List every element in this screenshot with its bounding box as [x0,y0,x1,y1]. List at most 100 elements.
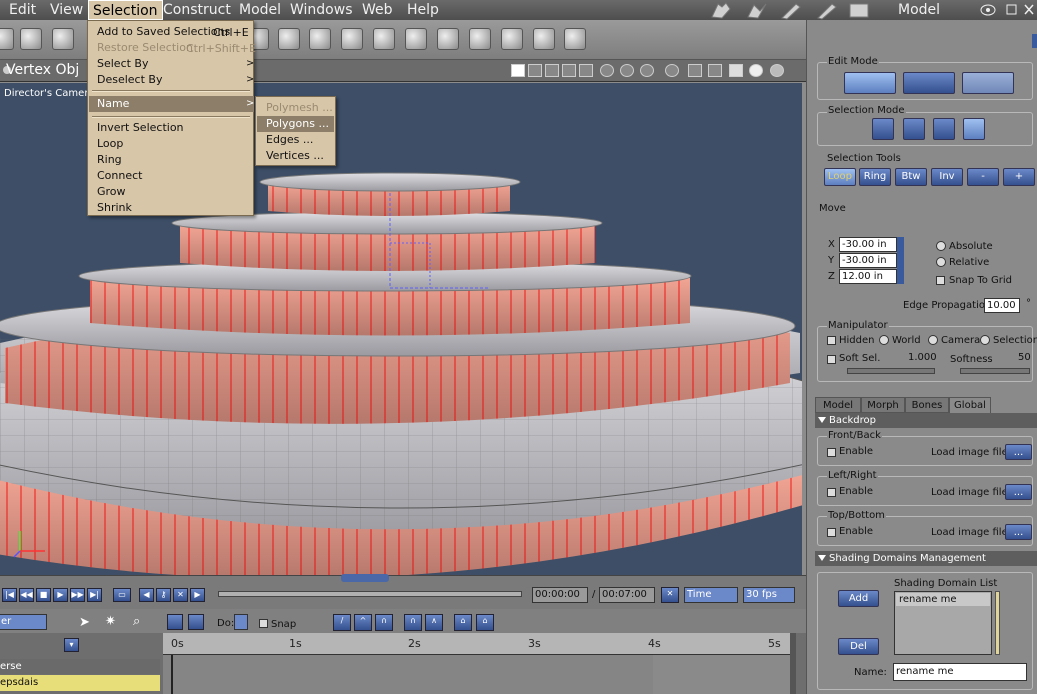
y-input[interactable]: -30.00 in [839,253,897,268]
magnet-tool-icon[interactable] [52,28,74,50]
frame-icon[interactable] [188,614,204,630]
soft-sel-checkbox[interactable] [827,355,836,364]
tab-global[interactable]: Global [949,397,991,413]
cursor-arrow-icon[interactable]: ➤ [79,615,90,630]
tab-bones[interactable]: Bones [905,397,949,413]
shading-list-scrollbar[interactable] [995,591,1000,655]
shrink-button[interactable]: - [967,168,999,186]
stop-icon[interactable]: ■ [36,588,51,602]
expand-tracks-icon[interactable]: ▾ [64,638,79,652]
extrude-tool-icon[interactable] [341,28,363,50]
shading-domains-header[interactable]: Shading Domains Management [815,551,1037,566]
del-domain-button[interactable]: Del [838,638,879,655]
go-end-icon[interactable]: ▶| [87,588,102,602]
playhead[interactable] [171,655,173,694]
menu-model[interactable]: Model [239,0,281,20]
invert-button[interactable]: Inv [931,168,963,186]
relative-radio[interactable] [936,257,946,267]
between-button[interactable]: Btw [895,168,927,186]
top-bottom-browse-button[interactable]: ... [1005,524,1032,540]
select-object-button[interactable] [872,118,894,140]
sculpt-tool-icon[interactable] [437,28,459,50]
z-input[interactable]: 12.00 in [839,269,897,284]
track-row[interactable]: erse [0,659,160,674]
knife-tool-icon[interactable] [20,28,42,50]
step-back-icon[interactable]: ◀◀ [19,588,34,602]
menu-view[interactable]: View [50,0,83,20]
menu-item-add-saved[interactable]: Add to Saved Selections [97,24,230,40]
absolute-radio[interactable] [936,241,946,251]
submenu-item-polymesh[interactable]: Polymesh ... [266,100,333,116]
track-lane[interactable] [163,655,790,694]
curve-ease-icon[interactable]: ∩ [404,614,422,631]
backdrop-header[interactable]: Backdrop [815,413,1037,428]
magnify-icon[interactable]: ⌕ [133,614,140,629]
edge-propagation-input[interactable]: 10.00 [984,298,1020,313]
soft-sel-slider[interactable] [847,368,935,374]
bag-tool-icon[interactable] [373,28,395,50]
menu-item-select-by[interactable]: Select By [97,56,149,72]
wire-sphere-icon[interactable] [665,64,679,77]
track-filter-select[interactable]: er [0,614,47,630]
edit-mode-mesh-button[interactable] [962,72,1014,94]
go-start-icon[interactable]: |◀ [2,588,17,602]
loop-icon[interactable]: ▭ [113,588,131,602]
menu-windows[interactable]: Windows [290,0,353,20]
timeline-splitter[interactable] [341,574,389,582]
menu-item-invert[interactable]: Invert Selection [97,120,184,136]
shading-domain-item[interactable]: rename me [896,593,990,606]
ring-button[interactable]: Ring [859,168,891,186]
solid-cube-icon[interactable] [729,64,743,77]
smooth-sphere-icon[interactable] [749,64,763,77]
window-controls[interactable] [980,3,1035,17]
delete-key-icon[interactable]: ✕ [173,588,188,602]
close-timeline-icon[interactable]: ✕ [661,587,679,603]
menu-item-loop[interactable]: Loop [97,136,123,152]
timeline-scrollbar[interactable] [790,633,796,694]
left-right-enable-checkbox[interactable] [827,488,836,497]
time-mode-select[interactable]: Time [684,587,738,603]
deform-tool-icon[interactable] [469,28,491,50]
shade-shield-icon[interactable] [620,64,634,77]
grid-view-icon[interactable] [579,64,593,77]
snap-to-grid-checkbox[interactable] [936,276,945,285]
curve-smooth-icon[interactable]: ∩ [375,614,393,631]
loop-button[interactable]: Loop [824,168,856,186]
world-radio[interactable] [879,335,889,345]
tab-model[interactable]: Model [815,397,861,413]
sun-light-icon[interactable]: ✷ [105,614,116,629]
track-row-selected[interactable]: epsdais [0,675,160,691]
shading-domain-list[interactable]: rename me [894,591,992,655]
xyz-spinner[interactable] [897,237,904,284]
menu-item-restore[interactable]: Restore Selection [97,40,193,56]
sphere-tool-icon[interactable] [0,28,14,50]
menu-construct[interactable]: Construct [163,0,231,20]
submenu-item-vertices[interactable]: Vertices ... [266,148,324,164]
scale-tool-icon[interactable] [533,28,555,50]
hidden-line-icon[interactable] [640,64,654,77]
menu-item-connect[interactable]: Connect [97,168,142,184]
room-icons[interactable] [708,1,878,20]
prev-key-icon[interactable]: ◀ [139,588,154,602]
menu-item-ring[interactable]: Ring [97,152,122,168]
menu-item-grow[interactable]: Grow [97,184,126,200]
twist-tool-icon[interactable] [564,28,586,50]
menu-edit[interactable]: Edit [9,0,36,20]
fps-select[interactable]: 30 fps [743,587,795,603]
snap-checkbox[interactable] [259,619,268,628]
top-bottom-enable-checkbox[interactable] [827,528,836,537]
quad-view-icon[interactable] [562,64,576,77]
camera-radio[interactable] [928,335,938,345]
time-scrubber[interactable] [218,591,522,597]
box-deform-icon[interactable] [501,28,523,50]
step-forward-icon[interactable]: ▶▶ [70,588,85,602]
front-back-enable-checkbox[interactable] [827,448,836,457]
key-icon[interactable]: ⚷ [156,588,171,602]
select-polygon-button[interactable] [963,118,985,140]
curve-bezier-icon[interactable]: ∧ [425,614,443,631]
x-input[interactable]: -30.00 in [839,237,897,252]
total-time-field[interactable]: 00:07:00 [599,587,655,603]
wire-shield-icon[interactable] [600,64,614,77]
fit-view-icon[interactable] [167,614,183,630]
key-filter-icon[interactable]: ⌂ [454,614,472,631]
